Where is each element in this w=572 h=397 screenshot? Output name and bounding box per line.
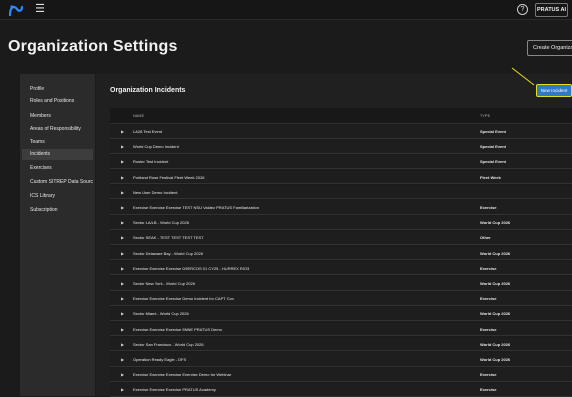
incident-type: World Cup 2026 [480,220,511,226]
expand-chevron-icon[interactable]: ▶ [121,125,124,138]
sidebar-item-exercises[interactable]: Exercises [22,163,93,174]
expand-chevron-icon[interactable]: ▶ [121,292,124,305]
incident-type: World Cup 2026 [480,341,511,347]
incident-name: Operation Ready Eagle - DFS [133,357,187,362]
incident-type: World Cup 2026 [480,357,511,362]
table-row[interactable]: ▶ Exercise Exercise Exercise PRATUS Acade… [110,383,572,397]
incident-name: Sector Miami - World Cup 2026 [133,311,189,317]
incident-type: Special Event [480,144,507,150]
table-row[interactable]: ▶ Sector Delaware Bay - World Cup 2026 Wor… [110,246,572,261]
expand-chevron-icon[interactable]: ▶ [121,353,124,366]
table-row[interactable]: ▶ Exercise Exercise Exercise Demo Inciden… [110,292,572,306]
expand-chevron-icon[interactable]: ▶ [121,277,124,290]
sidebar-item-teams[interactable]: Teams [22,137,93,148]
table-row[interactable]: ▶ Portland Rose Festival Fleet Week 2026 F… [110,170,572,185]
incident-type: Special Event [480,129,507,134]
sidebar-item-members[interactable]: Members [22,111,93,122]
expand-chevron-icon[interactable]: ▶ [121,383,124,396]
annotation-arrow [511,67,535,86]
incident-type: Exercise [480,326,497,332]
incident-name: Exercise Exercise Exercise 5NNE PRATUS D… [133,326,222,332]
expand-chevron-icon[interactable]: ▶ [121,171,124,184]
table-row[interactable]: ▶ Exercise Exercise Exercise TEST NSU Val… [110,201,572,215]
expand-chevron-icon[interactable]: ▶ [121,368,124,381]
incident-type: Other [480,235,491,241]
table-row[interactable]: ▶ Exercise Exercise Exercise Exercise Dem… [110,368,572,382]
sidebar-item-profile[interactable]: Profile [22,84,93,95]
incidents-table: NAME TYPE ▶ LA28 Test Event Special Event ▶… [110,108,572,397]
expand-chevron-icon[interactable]: ▶ [121,140,124,153]
incident-name: New User Demo Incident [133,189,178,195]
incident-name: Roster Test Incident [133,159,169,165]
table-row[interactable]: ▶ Sector Miami - World Cup 2026 World Cup … [110,307,572,321]
sidebar-item-incidents[interactable]: Incidents [22,149,93,160]
section-title: Organization Incidents [110,87,186,94]
create-organization-button[interactable]: Create Organization [527,40,572,56]
expand-chevron-icon[interactable]: ▶ [121,262,124,275]
hamburger-icon[interactable]: ☰ [34,3,46,15]
sidebar-item-subscription[interactable]: Subscription [22,205,93,216]
incident-name: Portland Rose Festival Fleet Week 2026 [133,174,205,180]
incident-type: World Cup 2026 [480,311,511,317]
table-row[interactable]: ▶ World Cup Demo Incident Special Event [110,140,572,154]
incident-type: World Cup 2026 [480,281,511,286]
app-logo-icon[interactable] [8,3,24,17]
table-row[interactable]: ▶ Exercise Exercise Exercise 5NNE PRATUS … [110,322,572,337]
incident-type: Exercise [480,265,497,271]
expand-chevron-icon[interactable]: ▶ [121,231,124,244]
incident-type: Exercise [480,372,497,378]
sidebar-item-roles-and-positions[interactable]: Roles and Positions [22,96,93,107]
expand-chevron-icon[interactable]: ▶ [121,201,124,214]
help-icon[interactable]: ? [517,4,528,15]
table-row[interactable]: ▶ Roster Test Incident Special Event [110,155,572,169]
incident-type: Exercise [480,296,497,302]
incident-name: LA28 Test Event [133,129,163,134]
table-row[interactable]: ▶ LA28 Test Event Special Event [110,125,572,139]
incident-name: Sector New York - World Cup 2026 [133,281,195,286]
column-header-type[interactable]: TYPE [480,108,490,124]
table-header: NAME TYPE [110,108,572,124]
incident-type: Exercise [480,205,497,210]
incident-type: World Cup 2026 [480,250,511,256]
table-row[interactable]: ▶ Sector SEAK - TEST TEST TEST TEST Other [110,231,572,245]
expand-chevron-icon[interactable]: ▶ [121,247,124,260]
expand-chevron-icon[interactable]: ▶ [121,186,124,199]
sidebar-item-areas-of-responsibility[interactable]: Areas of Responsibility [22,124,93,135]
incident-type: Special Event [480,159,507,165]
incident-type: Fleet Week [480,174,501,180]
column-header-name[interactable]: NAME [133,108,144,124]
incident-name: Sector SEAK - TEST TEST TEST TEST [133,235,204,241]
top-bar: ☰ ? PRATUS AI [0,0,572,20]
settings-sidebar: Profile Roles and Positions Members Areas o… [20,74,95,396]
expand-chevron-icon[interactable]: ▶ [121,323,124,336]
incident-name: Exercise Exercise Exercise PRATUS Academ… [133,387,216,393]
expand-chevron-icon[interactable]: ▶ [121,338,124,351]
incident-name: Exercise Exercise Exercise TEST NSU Vald… [133,205,259,210]
incident-type: Exercise [480,387,497,393]
incident-name: World Cup Demo Incident [133,144,179,150]
table-row[interactable]: ▶ Sector LA/LB - World Cup 2026 World Cup … [110,216,572,230]
incident-name: Exercise Exercise Exercise Demo Incident… [133,296,234,302]
sidebar-item-custom-sitrep-data-sources[interactable]: Custom SITREP Data Sources [22,177,93,188]
table-row[interactable]: ▶ Sector New York - World Cup 2026 World C… [110,277,572,291]
incident-name: Exercise Exercise Exercise Exercise Demo… [133,372,232,378]
new-incident-button[interactable]: New Incident [536,84,572,97]
incident-name: Exercise Exercise Exercise D9ERCOS 01 CY… [133,265,250,271]
expand-chevron-icon[interactable]: ▶ [121,155,124,168]
account-button[interactable]: PRATUS AI [535,3,568,17]
table-row[interactable]: ▶ New User Demo Incident [110,185,572,200]
page-title: Organization Settings [8,38,178,55]
expand-chevron-icon[interactable]: ▶ [121,307,124,320]
table-row[interactable]: ▶ Exercise Exercise Exercise D9ERCOS 01 C… [110,261,572,276]
expand-chevron-icon[interactable]: ▶ [121,216,124,229]
incident-name: Sector LA/LB - World Cup 2026 [133,220,189,226]
sidebar-item-ics-library[interactable]: ICS Library [22,191,93,202]
table-row[interactable]: ▶ Sector San Francisco - World Cup 2026 Wo… [110,337,572,352]
incident-name: Sector San Francisco - World Cup 2026 [133,341,204,347]
table-row[interactable]: ▶ Operation Ready Eagle - DFS World Cup 20… [110,353,572,367]
incident-name: Sector Delaware Bay - World Cup 2026 [133,250,203,256]
